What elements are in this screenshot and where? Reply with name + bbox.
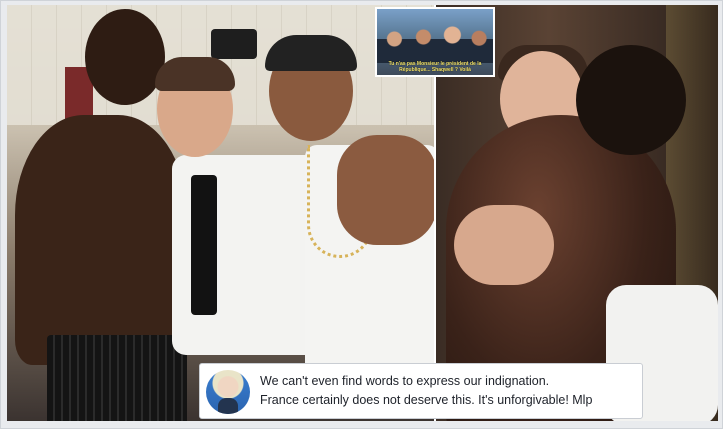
shirtless-man-head — [85, 9, 165, 105]
tv-still-inset: Tu n'as pas Monsieur le président de la … — [375, 7, 495, 77]
image-frame: Tu n'as pas Monsieur le président de la … — [0, 0, 723, 429]
comment-line-2: France certainly does not deserve this. … — [260, 393, 593, 407]
black-cap — [265, 35, 357, 71]
avatar-suit — [218, 398, 238, 414]
comment-text: We can't even find words to express our … — [260, 372, 634, 410]
striped-pants — [47, 335, 187, 421]
embraced-man-head — [576, 45, 686, 155]
black-tie — [191, 175, 217, 315]
inset-crowd — [377, 23, 493, 63]
avatar — [206, 370, 250, 414]
camera — [211, 29, 257, 59]
smiling-man-hair — [155, 57, 235, 91]
comment-line-1: We can't even find words to express our … — [260, 374, 550, 388]
hand-on-back — [454, 205, 554, 285]
inset-caption: Tu n'as pas Monsieur le président de la … — [388, 61, 482, 73]
gesturing-arm — [337, 135, 434, 245]
shirtless-man-body — [15, 115, 187, 365]
comment-box: We can't even find words to express our … — [199, 363, 643, 419]
left-photo — [7, 5, 434, 421]
